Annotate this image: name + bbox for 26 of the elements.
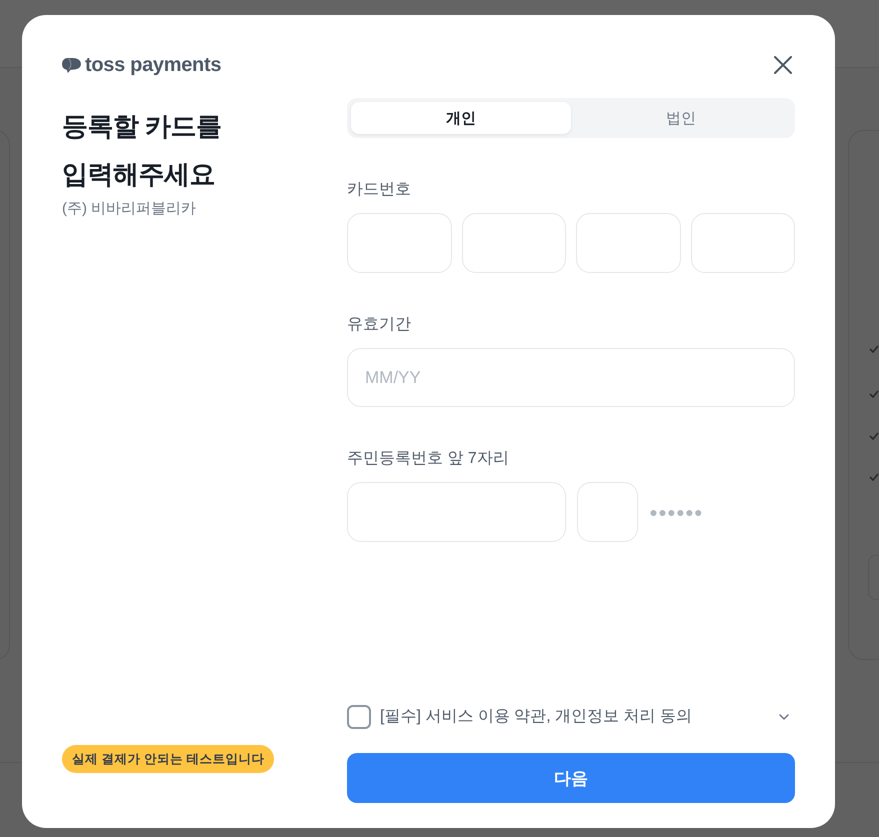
check-icon — [869, 345, 879, 353]
check-icon — [869, 390, 879, 398]
input-field[interactable] — [462, 213, 566, 273]
checkbox[interactable] — [347, 705, 371, 729]
next-button[interactable]: 다음 — [347, 753, 795, 803]
merchant-name: (주) 비바리퍼블리카 — [62, 199, 196, 219]
digit-field[interactable] — [577, 482, 638, 542]
input-field[interactable] — [690, 213, 795, 273]
close-icon — [774, 56, 792, 74]
input-field[interactable] — [347, 213, 452, 273]
masked-digits: ●●●●●● — [649, 504, 703, 520]
tab[interactable]: 법인 — [571, 102, 791, 134]
agreement-label[interactable]: [필수] 서비스 이용 약관, 개인정보 처리 동의 — [380, 705, 692, 729]
brand-name: toss payments — [85, 53, 222, 77]
check-icon — [869, 473, 879, 481]
input-field[interactable] — [576, 213, 680, 273]
field-label: 카드번호 — [347, 180, 412, 200]
check-icon — [869, 432, 879, 440]
field-label: 주민등록번호 앞 7자리 — [347, 449, 510, 469]
tab[interactable]: 개인 — [351, 102, 571, 134]
input-field[interactable] — [347, 482, 566, 542]
logo-icon — [62, 56, 81, 74]
field-label: 유효기간 — [347, 315, 412, 335]
test-mode-badge: 실제 결제가 안되는 테스트입니다 — [62, 745, 274, 773]
input-field[interactable]: MM/YY — [347, 348, 795, 407]
page-title: 등록할 카드를 입력해주세요 — [62, 110, 222, 191]
